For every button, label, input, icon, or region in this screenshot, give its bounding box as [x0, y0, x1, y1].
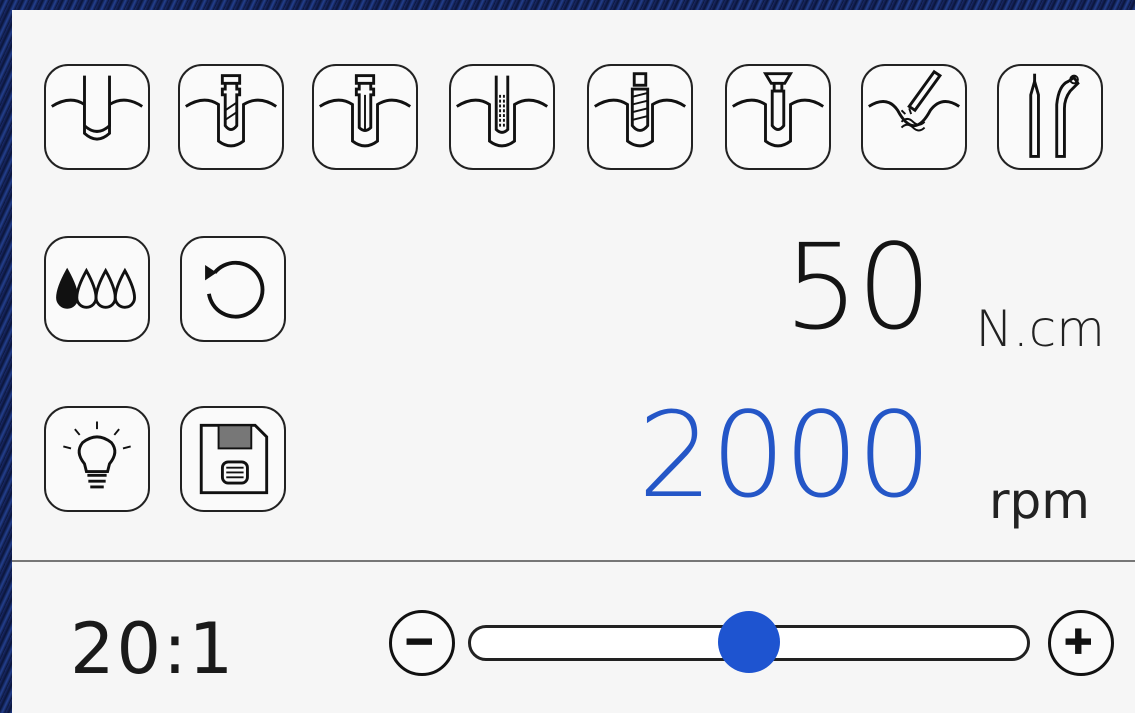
speed-decrease-button[interactable] — [389, 610, 455, 676]
mode-button-6[interactable] — [725, 64, 831, 170]
mode-button-8[interactable] — [997, 64, 1103, 170]
water-drops-icon — [56, 267, 136, 309]
torque-value: 50 — [783, 218, 932, 356]
mode-button-7[interactable] — [861, 64, 967, 170]
mode-button-5[interactable] — [587, 64, 693, 170]
irrigation-level-button[interactable] — [44, 236, 150, 342]
save-button[interactable] — [180, 406, 286, 512]
speed-increase-button[interactable] — [1048, 610, 1114, 676]
rotation-direction-button[interactable] — [180, 236, 286, 342]
speed-slider-thumb[interactable] — [718, 611, 780, 673]
mode-button-2[interactable] — [178, 64, 284, 170]
touch-screen: 50 N.cm 2000 rpm 20:1 — [12, 10, 1135, 713]
plus-icon — [1065, 628, 1091, 654]
pilot-drill-icon — [185, 74, 278, 148]
speed-unit: rpm — [988, 472, 1090, 530]
rotation-direction-icon — [205, 260, 265, 319]
speed-value: 2000 — [637, 386, 932, 524]
twist-drill-icon — [319, 74, 412, 148]
light-bulb-icon — [63, 421, 131, 489]
save-icon — [199, 423, 269, 495]
minus-icon — [406, 638, 432, 645]
mode-button-1[interactable] — [44, 64, 150, 170]
bone-tap-icon — [456, 75, 549, 148]
mode-button-4[interactable] — [449, 64, 555, 170]
implant-placement-icon — [594, 72, 687, 148]
irrigation-icon — [868, 69, 961, 132]
gear-ratio: 20:1 — [70, 608, 236, 690]
light-button[interactable] — [44, 406, 150, 512]
cover-screw-icon — [732, 72, 825, 148]
divider — [12, 560, 1135, 562]
tooth-preparation-icon — [51, 75, 144, 141]
torque-unit: N.cm — [975, 300, 1106, 358]
handpiece-icon — [1029, 73, 1080, 158]
mode-button-3[interactable] — [312, 64, 418, 170]
